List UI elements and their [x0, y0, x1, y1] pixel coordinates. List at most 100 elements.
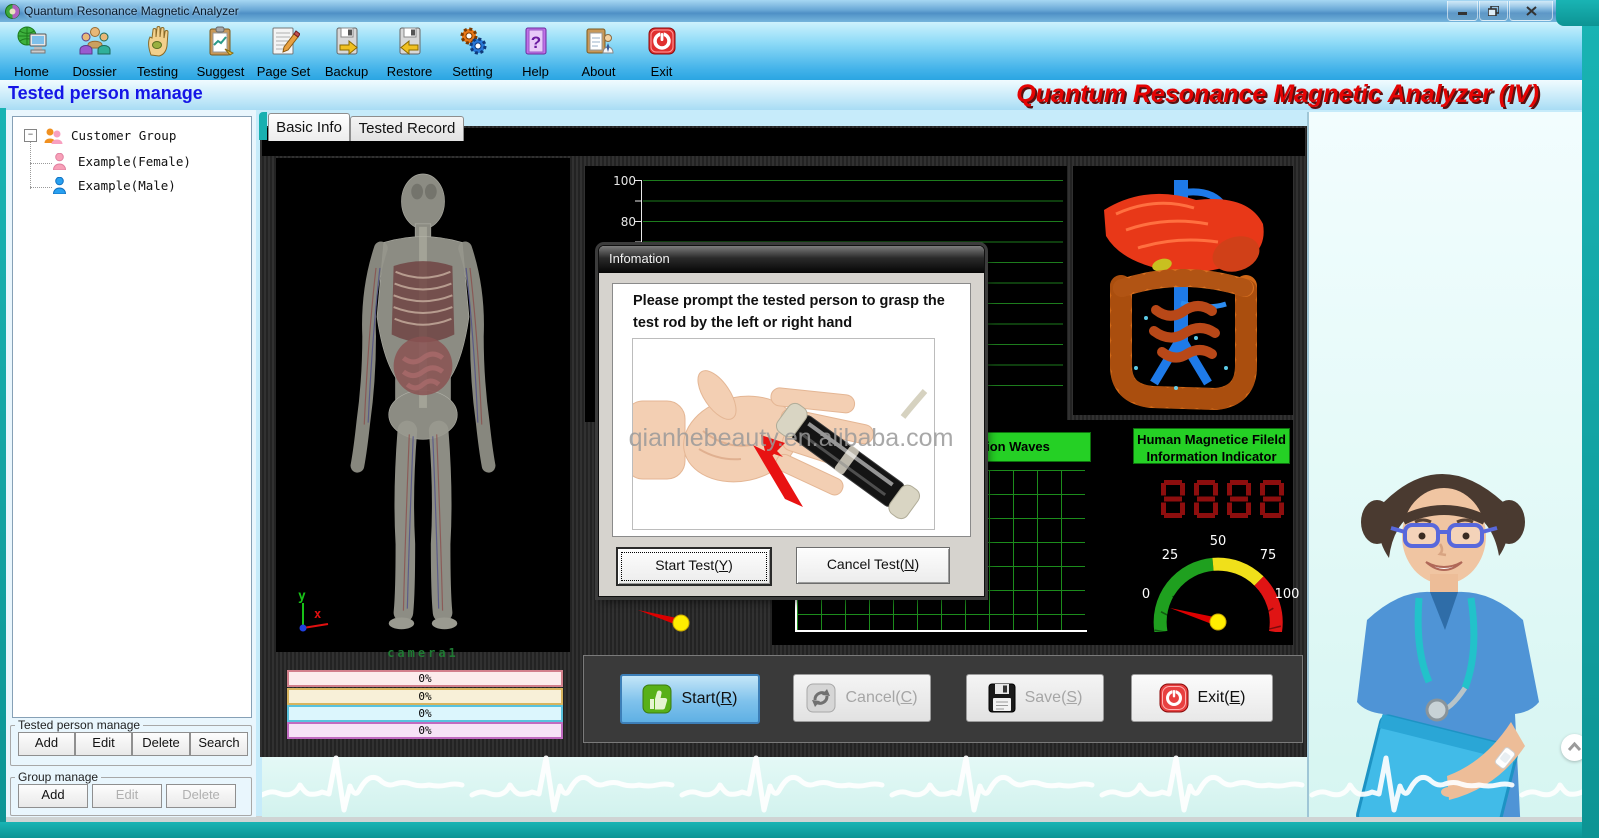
toolbar-suggest[interactable]: Suggest — [189, 22, 252, 79]
collapse-icon[interactable]: − — [24, 129, 37, 142]
organ-view-panel — [1073, 166, 1293, 415]
section-title: Tested person manage — [8, 83, 203, 103]
toolbar-setting[interactable]: Setting — [441, 22, 504, 79]
maximize-button[interactable] — [1479, 1, 1508, 21]
setting-gears-icon — [460, 27, 486, 55]
gauge-tick: 0 — [1141, 587, 1151, 602]
progress-bar: 0% — [287, 670, 563, 687]
dialog-start-test-button[interactable]: Start Test(Y) — [616, 547, 772, 586]
y-tick: 100 — [613, 174, 636, 188]
toolbar-testing[interactable]: Testing — [126, 22, 189, 79]
product-title: Quantum Resonance Magnetic Analyzer (IV) — [1016, 80, 1539, 108]
gauge-tick: 100 — [1274, 587, 1300, 602]
backup-icon — [336, 27, 358, 56]
y-tick: 80 — [620, 215, 636, 229]
tree-node-example-male[interactable]: Example(Male) — [53, 177, 176, 194]
exit-button[interactable]: Exit(E) — [1131, 674, 1273, 722]
exit-icon — [648, 27, 675, 55]
organs-illustration — [1104, 180, 1264, 411]
indicator-panel: Human Magnetice Fileld Information Indic… — [1095, 420, 1299, 645]
title-bar: Quantum Resonance Magnetic Analyzer — [0, 0, 1599, 22]
information-dialog: Infomation Please prompt the tested pers… — [598, 245, 985, 597]
person-add-button[interactable]: Add — [18, 732, 75, 756]
body-viewport: y x — [276, 158, 570, 652]
person-search-button[interactable]: Search — [190, 732, 248, 756]
cancel-button[interactable]: Cancel(C) — [793, 674, 931, 722]
group-delete-button[interactable]: Delete — [166, 784, 236, 808]
indicator-title: Human Magnetice Fileld Information Indic… — [1133, 428, 1290, 464]
person-manage-legend: Tested person manage — [18, 718, 141, 732]
toolbar-pageset[interactable]: Page Set — [252, 22, 315, 79]
toolbar-home[interactable]: Home — [0, 22, 63, 79]
tree-node-customer-group[interactable]: − Customer Group — [24, 127, 176, 144]
dialog-message-line1: Please prompt the tested person to grasp… — [633, 293, 945, 309]
save-button[interactable]: Save(S) — [966, 674, 1104, 722]
person-edit-button[interactable]: Edit — [75, 732, 132, 756]
tree-node-label: Customer Group — [71, 128, 177, 143]
group-people-icon — [44, 128, 63, 144]
digital-display — [1161, 480, 1284, 518]
testing-hand-icon — [147, 26, 169, 57]
toolbar-help[interactable]: ? Help — [504, 22, 567, 79]
sidebar: − Customer Group Example(Female) Example… — [6, 110, 256, 817]
frame-top-right — [1556, 0, 1599, 26]
axis-y-glyph: y — [298, 589, 306, 604]
group-edit-button[interactable]: Edit — [92, 784, 162, 808]
male-person-icon — [53, 177, 66, 194]
dialog-cancel-test-button[interactable]: Cancel Test(N) — [796, 547, 950, 584]
toolbar-dossier[interactable]: Dossier — [63, 22, 126, 79]
group-add-button[interactable]: Add — [18, 784, 88, 808]
tab-basic-info[interactable]: Basic Info — [268, 113, 350, 141]
frame-bottom — [0, 822, 1599, 838]
dialog-content: Please prompt the tested person to grasp… — [612, 283, 971, 537]
start-button[interactable]: Start(R) — [620, 674, 760, 724]
application-window: Quantum Resonance Magnetic Analyzer Home… — [0, 0, 1599, 838]
nurse-photo — [1356, 474, 1539, 817]
home-icon — [17, 26, 46, 54]
human-body-model[interactable] — [323, 170, 523, 640]
dialog-message-line2: test rod by the left or right hand — [633, 315, 853, 331]
promo-panel — [1309, 112, 1582, 817]
tab-strip-accent — [259, 112, 267, 140]
restore-icon — [399, 27, 420, 56]
waves-x-axis — [795, 630, 1087, 632]
close-button[interactable] — [1509, 1, 1553, 21]
toolbar-exit[interactable]: Exit — [630, 22, 693, 79]
gauge-tick: 25 — [1161, 548, 1179, 563]
suggest-icon — [209, 26, 234, 56]
refresh-arrows-icon — [806, 683, 836, 713]
progress-bar: 0% — [287, 688, 563, 705]
camera-label: camera1 — [387, 646, 459, 660]
tree-node-label: Example(Female) — [78, 154, 191, 169]
bottom-strip — [262, 757, 1307, 817]
svg-text:?: ? — [530, 33, 540, 52]
toolbar-about[interactable]: About — [567, 22, 630, 79]
app-logo-icon — [5, 4, 20, 19]
toolbar-backup[interactable]: Backup — [315, 22, 378, 79]
dossier-icon — [79, 27, 110, 55]
progress-bar: 0% — [287, 722, 563, 739]
tree-node-label: Example(Male) — [78, 178, 176, 193]
gauge-tick: 75 — [1259, 548, 1277, 563]
tab-tested-record[interactable]: Tested Record — [350, 116, 464, 141]
scroll-top-widget[interactable] — [1561, 734, 1582, 761]
toolbar: Home Dossier Testing Suggest Page Set Ba… — [0, 22, 1599, 80]
thumbs-up-icon — [642, 684, 672, 714]
watermark-text: qianhebeauty.en.alibaba.com — [628, 424, 954, 452]
gauge-tick: 50 — [1209, 534, 1227, 549]
about-icon — [586, 28, 614, 54]
group-manage-legend: Group manage — [18, 770, 99, 784]
window-title: Quantum Resonance Magnetic Analyzer — [24, 4, 239, 18]
axis-x-glyph: x — [314, 607, 321, 621]
customer-tree: − Customer Group Example(Female) Example… — [12, 116, 252, 718]
toolbar-restore[interactable]: Restore — [378, 22, 441, 79]
dialog-title-bar[interactable]: Infomation — [599, 246, 984, 273]
minimize-button[interactable] — [1447, 1, 1478, 21]
power-icon — [1159, 683, 1188, 713]
progress-bar: 0% — [287, 705, 563, 722]
tree-node-example-female[interactable]: Example(Female) — [53, 153, 191, 170]
floppy-disk-icon — [988, 683, 1016, 713]
person-delete-button[interactable]: Delete — [132, 732, 190, 756]
help-icon: ? — [525, 27, 546, 55]
page-set-icon — [272, 27, 300, 55]
